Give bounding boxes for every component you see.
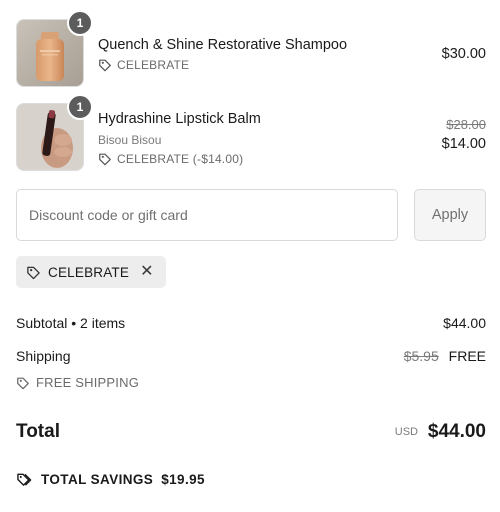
- item-discount: CELEBRATE (-$14.00): [98, 152, 261, 166]
- shipping-discount: FREE SHIPPING: [16, 375, 486, 390]
- total-savings: TOTAL SAVINGS $19.95: [16, 472, 205, 487]
- subtotal-label: Subtotal • 2 items: [16, 315, 126, 331]
- item-name: Hydrashine Lipstick Balm: [98, 111, 261, 127]
- item-vendor: Bisou Bisou: [98, 133, 162, 147]
- shipping-label: Shipping: [16, 348, 71, 364]
- product-thumbnail: 1: [16, 94, 93, 171]
- discount-code-input[interactable]: [16, 189, 398, 241]
- applied-discount-code: CELEBRATE: [48, 264, 130, 280]
- item-discount: CELEBRATE: [98, 58, 347, 72]
- tags-icon: [17, 473, 32, 486]
- tag-icon: [99, 59, 111, 72]
- item-name: Quench & Shine Restorative Shampoo: [98, 37, 348, 53]
- subtotal-value: $44.00: [443, 315, 486, 331]
- item-price: $30.00: [441, 46, 486, 62]
- total-row: Total USD $44.00: [16, 421, 486, 443]
- subtotal-row: Subtotal • 2 items $44.00: [16, 315, 486, 331]
- line-item: 1 Quench & Shine Restorative Shampoo CEL…: [16, 10, 486, 89]
- total-value: $44.00: [427, 421, 486, 442]
- shipping-discount-label: FREE SHIPPING: [36, 375, 140, 390]
- tag-icon: [27, 266, 40, 279]
- tag-icon: [99, 153, 111, 166]
- remove-discount-icon[interactable]: ✕: [140, 264, 154, 280]
- tag-icon: [17, 377, 29, 389]
- shipping-original-price: $5.95: [403, 348, 439, 364]
- item-price-group: $28.00 $14.00: [442, 117, 486, 152]
- shipping-value: FREE: [448, 348, 486, 364]
- item-info: Hydrashine Lipstick Balm Bisou Bisou CEL…: [98, 111, 261, 166]
- item-info: Quench & Shine Restorative Shampoo CELEB…: [98, 37, 347, 72]
- savings-value: $19.95: [161, 472, 205, 487]
- item-price: $14.00: [441, 136, 486, 152]
- product-thumbnail: 1: [16, 10, 93, 87]
- currency-code: USD: [394, 426, 418, 438]
- shipping-price-group: $5.95 FREE: [404, 348, 486, 364]
- savings-label: TOTAL SAVINGS: [41, 472, 154, 487]
- item-discount-code: CELEBRATE: [117, 58, 190, 72]
- total-price-group: USD $44.00: [395, 421, 486, 443]
- apply-button[interactable]: Apply: [414, 189, 486, 241]
- shipping-row: Shipping $5.95 FREE: [16, 348, 486, 364]
- total-label: Total: [16, 421, 60, 442]
- applied-discount-chip: CELEBRATE ✕: [16, 256, 166, 288]
- quantity-badge: 1: [67, 94, 93, 120]
- line-item: 1 Hydrashine Lipstick Balm Bisou Bisou C…: [16, 94, 486, 173]
- quantity-badge: 1: [67, 10, 93, 36]
- item-discount-code: CELEBRATE (-$14.00): [117, 152, 244, 166]
- item-original-price: $28.00: [446, 117, 486, 132]
- discount-form: Apply: [16, 189, 486, 241]
